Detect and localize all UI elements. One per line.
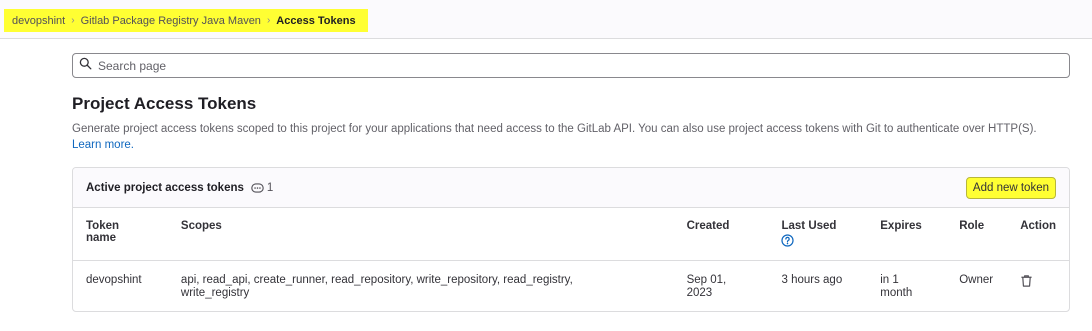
column-token-name: Token name	[73, 208, 168, 261]
table-header-row: Token name Scopes Created Last Used Expi…	[73, 208, 1069, 261]
token-scopes: api, read_api, create_runner, read_repos…	[180, 273, 573, 299]
chevron-right-icon: ›	[266, 15, 271, 26]
question-circle-icon[interactable]	[781, 234, 795, 250]
breadcrumb-item-project[interactable]: Gitlab Package Registry Java Maven	[81, 15, 261, 27]
search-icon	[79, 57, 92, 75]
column-scopes: Scopes	[167, 208, 674, 261]
column-last-used: Last Used	[768, 208, 868, 261]
token-name: devopshint	[86, 273, 142, 286]
top-bar: devopshint › Gitlab Package Registry Jav…	[0, 0, 1092, 39]
card-header: Active project access tokens 1 Add new t…	[73, 168, 1069, 208]
tokens-table: Token name Scopes Created Last Used Expi…	[73, 208, 1069, 300]
table-row: devopshint api, read_api, create_runner,…	[73, 260, 1069, 300]
search-box[interactable]	[72, 53, 1070, 78]
page-description: Generate project access tokens scoped to…	[72, 121, 1062, 153]
description-text: Generate project access tokens scoped to…	[72, 123, 1037, 135]
column-action: Action	[1007, 208, 1069, 261]
active-tokens-card: Active project access tokens 1 Add new t…	[72, 167, 1070, 312]
revoke-token-button[interactable]	[1020, 274, 1033, 291]
trash-icon	[1021, 274, 1032, 287]
card-title: Active project access tokens	[86, 181, 244, 194]
learn-more-link[interactable]: Learn more.	[72, 139, 134, 151]
token-expires: in 1 month	[880, 273, 913, 299]
token-created: Sep 01, 2023	[686, 273, 727, 299]
token-icon	[251, 182, 264, 193]
search-input[interactable]	[96, 57, 996, 74]
breadcrumb-item-group[interactable]: devopshint	[12, 15, 65, 27]
token-count: 1	[266, 181, 274, 194]
column-role: Role	[946, 208, 1008, 261]
breadcrumb: devopshint › Gitlab Package Registry Jav…	[4, 9, 368, 32]
page-title: Project Access Tokens	[72, 94, 257, 113]
chevron-right-icon: ›	[71, 15, 75, 26]
token-action	[1007, 260, 1069, 300]
add-new-token-button[interactable]: Add new token	[965, 177, 1056, 199]
token-count-badge: 1	[251, 182, 273, 194]
token-role: Owner	[959, 273, 994, 286]
column-expires: Expires	[867, 208, 947, 261]
token-last-used: 3 hours ago	[781, 273, 843, 286]
breadcrumb-item-current[interactable]: Access Tokens	[276, 15, 355, 27]
column-created: Created	[673, 208, 769, 261]
